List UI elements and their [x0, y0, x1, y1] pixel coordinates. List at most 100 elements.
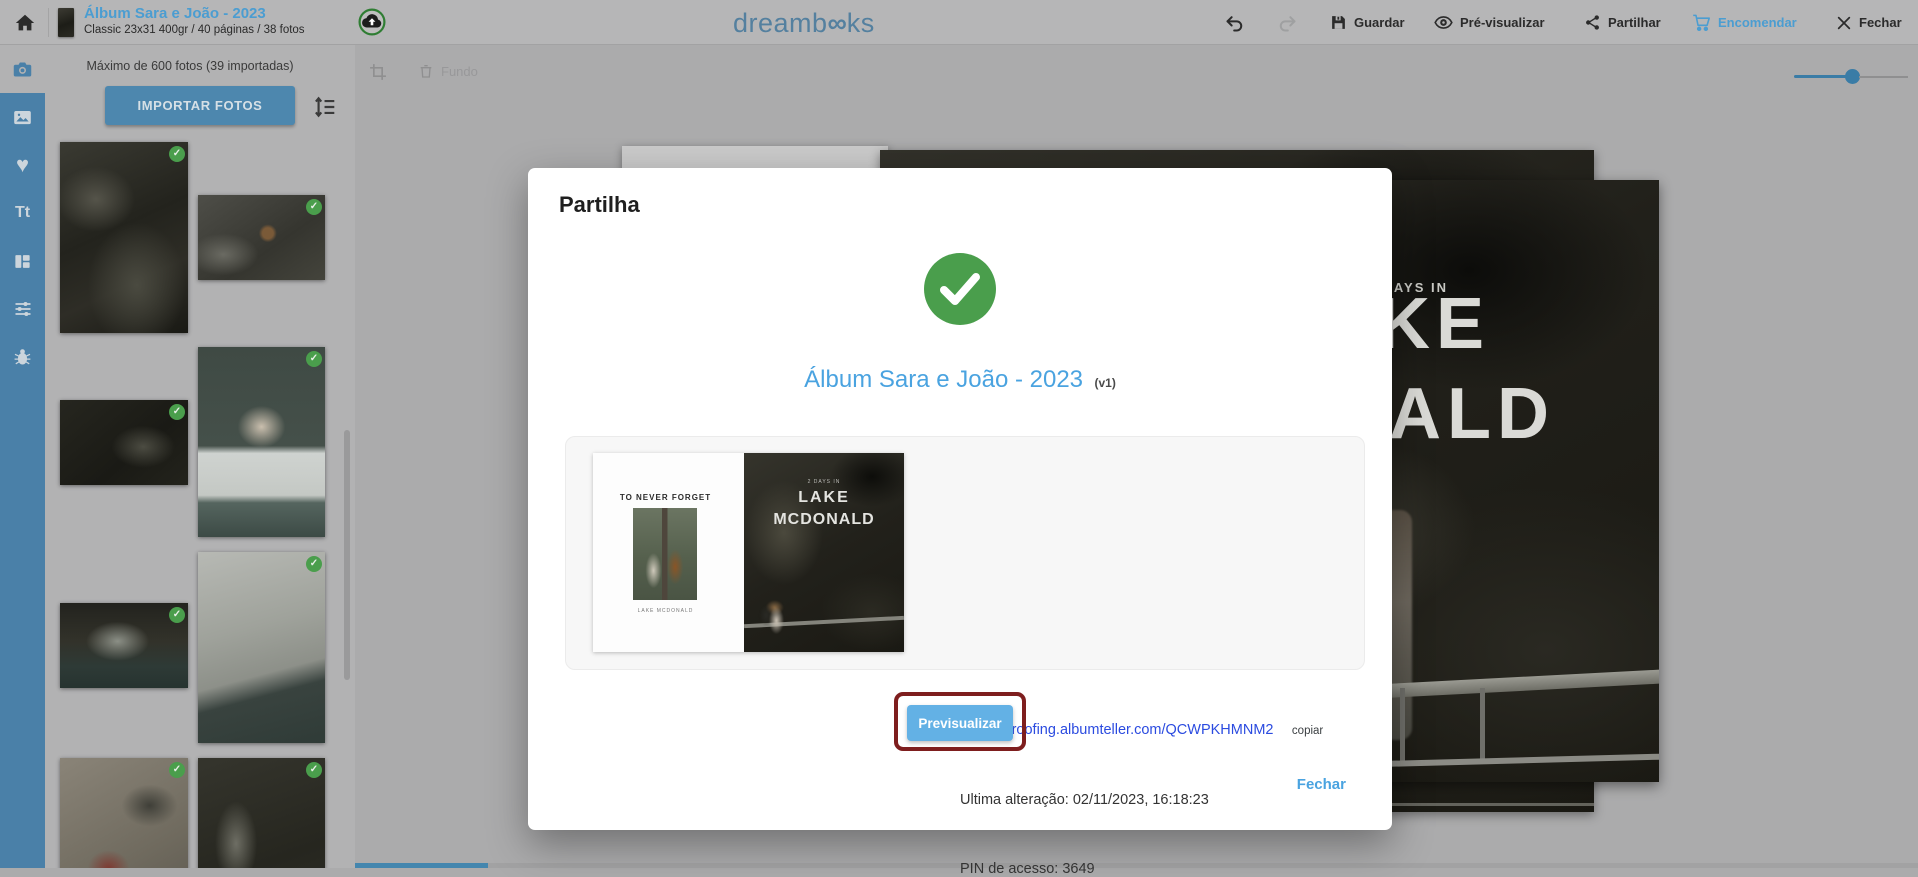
preview-button[interactable]: Pré-visualizar	[1434, 0, 1545, 45]
save-button[interactable]: Guardar	[1330, 0, 1405, 45]
share-dialog: Partilha Álbum Sara e João - 2023 (v1) T…	[528, 168, 1392, 830]
dreambooks-logo: dreamb∞ks	[733, 8, 875, 39]
photo-used-badge: ✓	[306, 762, 322, 778]
undo-button[interactable]	[1225, 0, 1245, 45]
crop-icon	[368, 62, 388, 82]
background-label: Fundo	[441, 64, 478, 79]
photo-thumbnail[interactable]: ✓	[60, 400, 188, 485]
copy-link-button[interactable]: copiar	[1292, 725, 1323, 737]
close-icon	[1836, 15, 1852, 31]
book-preview-cover: 2 DAYS IN LAKE MCDONALD	[744, 453, 904, 652]
railing-post	[1480, 688, 1485, 763]
save-icon	[1330, 14, 1347, 31]
cover-preview-couple	[756, 592, 790, 644]
zoom-slider-thumb[interactable]	[1845, 69, 1860, 84]
dialog-title: Partilha	[559, 192, 640, 218]
preview-label: Pré-visualizar	[1460, 15, 1545, 30]
heart-icon: ♥	[16, 154, 29, 176]
close-editor-button[interactable]: Fechar	[1836, 0, 1902, 45]
cover-preview-kicker: 2 DAYS IN	[744, 479, 904, 485]
share-icon	[1584, 14, 1601, 31]
photo-thumbnail[interactable]: ✓	[60, 142, 188, 333]
redo-button[interactable]	[1277, 0, 1297, 45]
sidebar-item-extras[interactable]	[0, 333, 45, 381]
cart-icon	[1692, 13, 1711, 32]
eye-icon	[1434, 13, 1453, 32]
access-pin-text: PIN de acesso: 3649	[960, 861, 1095, 877]
photo-used-badge: ✓	[169, 607, 185, 623]
upload-sync-button[interactable]	[358, 8, 386, 36]
photo-thumbnail[interactable]: ✓	[198, 758, 325, 868]
sidebar-item-layouts[interactable]	[0, 237, 45, 285]
trash-icon	[418, 62, 434, 80]
book-preview-image: TO NEVER FORGET LAKE MCDONALD 2 DAYS IN …	[593, 453, 904, 652]
home-icon	[14, 12, 36, 34]
text-tool-icon: Tt	[15, 205, 30, 221]
photo-thumbnail[interactable]: ✓	[60, 603, 188, 688]
sidebar-item-adjustments[interactable]	[0, 285, 45, 333]
import-photos-button[interactable]: IMPORTAR FOTOS	[105, 86, 295, 125]
album-version-badge: (v1)	[1094, 376, 1115, 390]
photo-used-badge: ✓	[306, 351, 322, 367]
photo-thumbnail[interactable]: ✓	[60, 758, 188, 868]
photo-used-badge: ✓	[169, 146, 185, 162]
horizontal-scrollbar-thumb[interactable]	[355, 863, 488, 868]
divider	[48, 8, 49, 37]
share-button[interactable]: Partilhar	[1584, 0, 1661, 45]
back-page-photo	[633, 508, 697, 600]
shared-album-title-line: Álbum Sara e João - 2023 (v1)	[528, 366, 1392, 394]
sort-icon	[311, 94, 337, 120]
cloud-upload-icon	[358, 8, 386, 36]
sidebar-item-images[interactable]	[0, 93, 45, 141]
layout-icon	[13, 252, 32, 271]
photo-panel-scrollbar[interactable]	[344, 430, 350, 680]
photo-thumbnail[interactable]: ✓	[198, 195, 325, 280]
order-button[interactable]: Encomendar	[1692, 0, 1797, 45]
photo-limit-label: Máximo de 600 fotos (39 importadas)	[45, 59, 335, 73]
sort-photos-button[interactable]	[311, 94, 337, 120]
sidebar-item-photos[interactable]	[0, 45, 45, 93]
infinity-glyph: ∞	[828, 8, 847, 38]
photo-used-badge: ✓	[169, 404, 185, 420]
canvas-horizontal-scrollbar	[355, 863, 1918, 868]
save-label: Guardar	[1354, 15, 1405, 30]
image-icon	[12, 107, 33, 128]
redo-icon	[1277, 13, 1297, 33]
camera-icon	[12, 59, 33, 80]
album-cover-thumbnail	[58, 8, 74, 37]
red-annotation-highlight	[894, 692, 1026, 751]
back-page-caption: LAKE MCDONALD	[593, 608, 738, 614]
bug-icon	[13, 348, 32, 367]
album-title: Álbum Sara e João - 2023	[84, 5, 266, 22]
last-modified-text: Ultima alteração: 02/11/2023, 16:18:23	[960, 792, 1209, 808]
home-button[interactable]	[14, 12, 36, 34]
zoom-slider-track[interactable]	[1859, 76, 1908, 78]
top-toolbar: Álbum Sara e João - 2023 Classic 23x31 4…	[0, 0, 1918, 45]
undo-icon	[1225, 13, 1245, 33]
book-preview-back-page: TO NEVER FORGET LAKE MCDONALD	[593, 453, 738, 652]
cover-preview-line1: LAKE	[744, 489, 904, 507]
photo-used-badge: ✓	[169, 762, 185, 778]
order-label: Encomendar	[1718, 15, 1797, 30]
background-delete-button[interactable]: Fundo	[418, 62, 478, 80]
sliders-icon	[13, 299, 33, 319]
photo-used-badge: ✓	[306, 199, 322, 215]
zoom-slider-track-filled[interactable]	[1794, 75, 1850, 78]
photo-library-panel: Máximo de 600 fotos (39 importadas) IMPO…	[45, 45, 355, 868]
photo-thumbnail[interactable]: ✓	[198, 347, 325, 537]
back-page-title: TO NEVER FORGET	[593, 493, 738, 502]
photo-used-badge: ✓	[306, 556, 322, 572]
cover-title-line1: KE	[1378, 288, 1490, 360]
shared-album-title: Álbum Sara e João - 2023	[804, 366, 1083, 393]
sidebar-item-favorites[interactable]: ♥	[0, 141, 45, 189]
sidebar-item-text[interactable]: Tt	[0, 189, 45, 237]
railing-post	[1400, 688, 1405, 763]
success-check-icon	[923, 252, 997, 326]
crop-tool-button[interactable]	[368, 62, 388, 82]
share-info-card: TO NEVER FORGET LAKE MCDONALD 2 DAYS IN …	[565, 436, 1365, 670]
photo-thumbnail[interactable]: ✓	[198, 552, 325, 743]
share-label: Partilhar	[1608, 15, 1661, 30]
dialog-close-link[interactable]: Fechar	[1297, 776, 1346, 793]
album-subtitle: Classic 23x31 400gr / 40 páginas / 38 fo…	[84, 24, 305, 36]
cover-preview-line2: MCDONALD	[744, 511, 904, 529]
